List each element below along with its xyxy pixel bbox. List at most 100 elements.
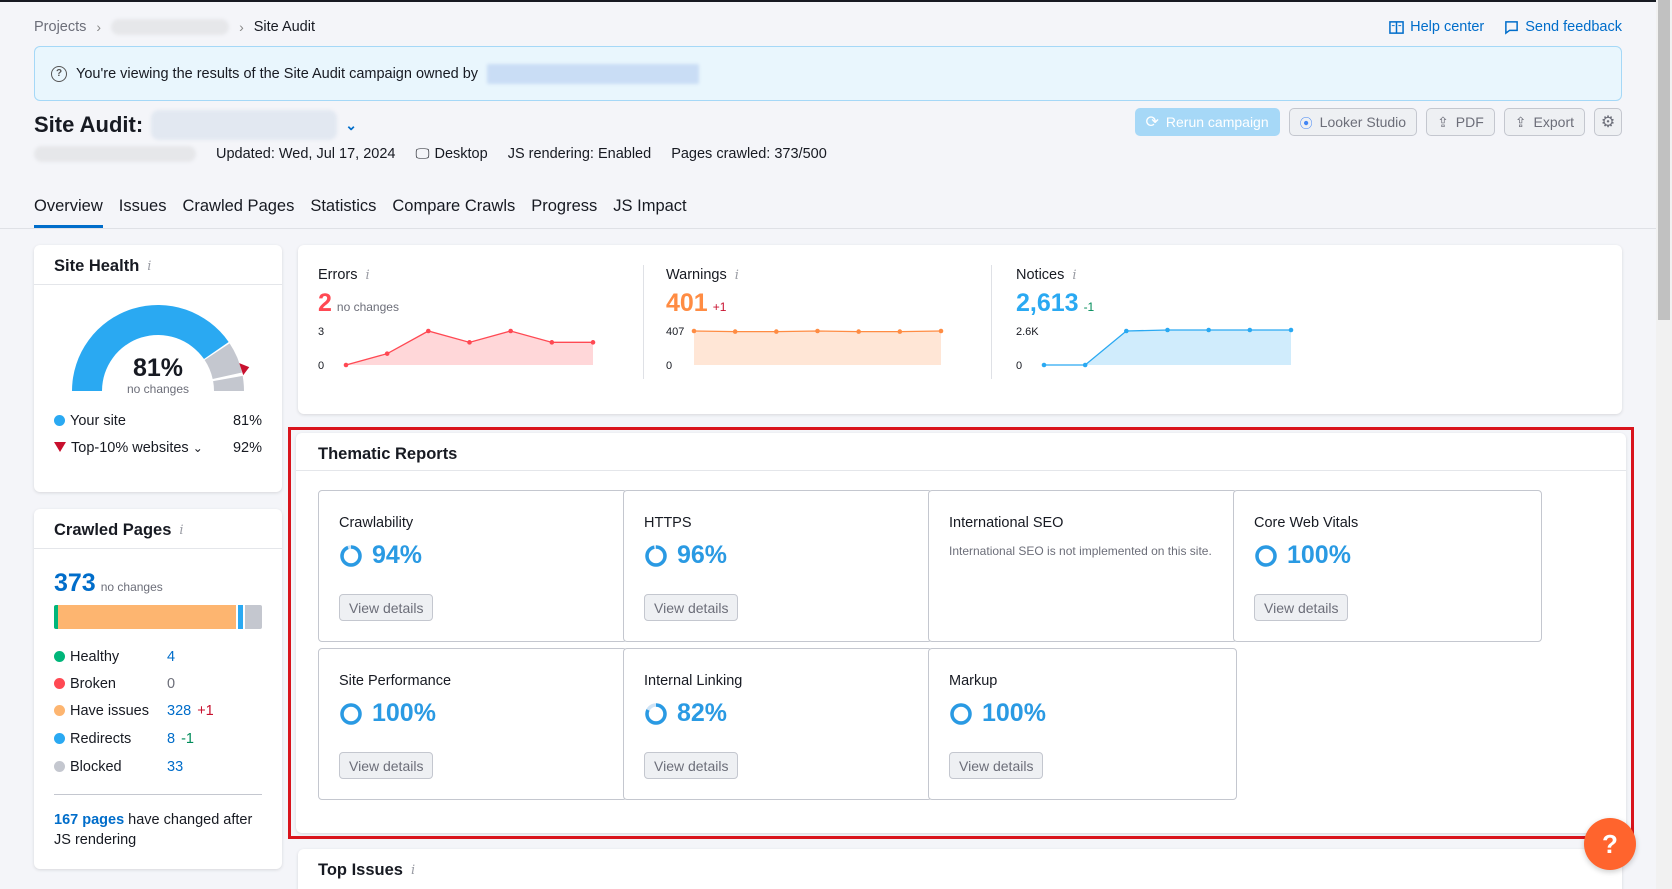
scrollbar[interactable] — [1656, 0, 1672, 889]
sparkline-point[interactable] — [732, 329, 738, 334]
main-tabs: Overview Issues Crawled Pages Statistics… — [34, 197, 687, 228]
sparkline-point[interactable] — [1124, 328, 1129, 334]
sparkline-point[interactable] — [1041, 362, 1047, 368]
sparkline-point[interactable] — [856, 329, 861, 334]
chevron-right-icon: › — [96, 19, 102, 35]
have-issues-value[interactable]: 328 — [167, 703, 191, 719]
info-icon[interactable]: i — [1072, 268, 1076, 283]
errors-value[interactable]: 2 — [318, 289, 332, 318]
domain-redacted — [34, 146, 196, 162]
owner-email-redacted[interactable] — [487, 63, 700, 84]
redirects-value[interactable]: 8 — [167, 731, 175, 747]
info-icon[interactable]: i — [179, 523, 183, 538]
help-chat-button[interactable]: ? — [1584, 818, 1636, 870]
blocked-value[interactable]: 33 — [167, 759, 183, 775]
top-links: Help center Send feedback — [1389, 19, 1622, 35]
refresh-icon: ⟳ — [1145, 114, 1159, 131]
sparkline-point[interactable] — [549, 340, 555, 345]
top-10-label: Top-10% websites — [71, 440, 189, 456]
updated-date: Updated: Wed, Jul 17, 2024 — [216, 146, 396, 162]
changed-pages-link[interactable]: 167 pages — [54, 812, 124, 828]
sparkline-point[interactable] — [691, 328, 697, 334]
banner-text: You're viewing the results of the Site A… — [76, 65, 479, 82]
tab-progress[interactable]: Progress — [531, 197, 597, 228]
site-health-title: Site Health i — [54, 257, 262, 276]
broken-label: Broken — [70, 676, 116, 692]
sparkline-point[interactable] — [1082, 362, 1088, 368]
site-health-card: Site Health i 81% no changes Your site 8… — [34, 245, 282, 492]
divider — [54, 794, 262, 795]
looker-studio-button[interactable]: ⦿ Looker Studio — [1288, 108, 1418, 136]
sparkline-point[interactable] — [426, 328, 431, 334]
pdf-button[interactable]: ⇪ PDF — [1426, 108, 1495, 136]
export-button[interactable]: ⇪ Export — [1503, 108, 1585, 136]
bar-blocked — [245, 605, 262, 629]
sparkline-point[interactable] — [1165, 327, 1170, 333]
healthy-label: Healthy — [70, 649, 120, 665]
looker-label: Looker Studio — [1319, 114, 1407, 130]
warnings-metric: Warnings i 401 +1 — [666, 267, 739, 318]
notices-delta: -1 — [1083, 300, 1095, 314]
warnings-sparkline[interactable]: 407 0 — [666, 325, 956, 375]
tab-issues[interactable]: Issues — [119, 197, 167, 228]
sparkline-ymin-label: 0 — [318, 360, 324, 372]
chevron-down-icon[interactable]: ⌄ — [193, 441, 203, 455]
broken-value: 0 — [167, 676, 176, 692]
project-name-redacted[interactable] — [151, 110, 338, 140]
question-circle-icon: ? — [51, 65, 67, 82]
campaign-meta: Updated: Wed, Jul 17, 2024 🖵 Desktop JS … — [34, 146, 827, 162]
sparkline-point[interactable] — [467, 340, 472, 345]
redirects-delta: -1 — [181, 731, 194, 747]
notices-value[interactable]: 2,613 — [1016, 289, 1079, 318]
send-feedback-label: Send feedback — [1525, 19, 1622, 35]
sparkline-point[interactable] — [1288, 327, 1294, 333]
errors-sparkline[interactable]: 30 — [318, 325, 608, 375]
tab-statistics[interactable]: Statistics — [310, 197, 376, 228]
sparkline-point[interactable] — [343, 362, 349, 368]
crawled-pages-stacked-bar[interactable] — [54, 605, 262, 629]
sparkline-point[interactable] — [508, 328, 513, 334]
tab-crawled-pages[interactable]: Crawled Pages — [182, 197, 294, 228]
info-icon[interactable]: i — [147, 259, 151, 274]
settings-button[interactable]: ⚙ — [1594, 108, 1622, 136]
breadcrumb-project-redacted[interactable] — [111, 19, 230, 35]
info-icon[interactable]: i — [411, 863, 415, 878]
send-feedback-link[interactable]: Send feedback — [1504, 19, 1622, 35]
info-icon[interactable]: i — [735, 268, 739, 283]
sparkline-point[interactable] — [1206, 327, 1211, 333]
info-icon[interactable]: i — [365, 268, 369, 283]
help-center-link[interactable]: Help center — [1389, 19, 1484, 35]
upload-icon: ⇪ — [1437, 113, 1449, 130]
have-issues-row: Have issues 328 +1 — [54, 703, 264, 719]
breadcrumb-projects[interactable]: Projects — [34, 19, 86, 35]
warnings-value[interactable]: 401 — [666, 289, 708, 318]
notices-sparkline[interactable]: 2.6K 0 — [1016, 325, 1306, 375]
sparkline-point[interactable] — [590, 340, 596, 345]
chevron-down-icon[interactable]: ⌄ — [345, 117, 357, 134]
rerun-campaign-button[interactable]: ⟳ Rerun campaign — [1134, 108, 1280, 136]
tab-overview[interactable]: Overview — [34, 197, 103, 228]
crawled-pages-count-value[interactable]: 373 — [54, 569, 96, 598]
sparkline-point[interactable] — [774, 329, 779, 334]
red-triangle-icon — [54, 442, 66, 452]
sparkline-ymin-label: 0 — [1016, 360, 1022, 372]
healthy-value[interactable]: 4 — [167, 649, 175, 665]
sparkline-point[interactable] — [384, 351, 390, 356]
redirects-row: Redirects 8 -1 — [54, 731, 264, 747]
tab-js-impact[interactable]: JS Impact — [613, 197, 686, 228]
warnings-label: Warnings — [666, 267, 727, 283]
sparkline-point[interactable] — [1247, 327, 1253, 333]
errors-label: Errors — [318, 267, 358, 283]
gear-icon: ⚙ — [1600, 114, 1616, 131]
sparkline-point[interactable] — [897, 329, 903, 334]
tab-compare-crawls[interactable]: Compare Crawls — [392, 197, 515, 228]
notices-metric: Notices i 2,613 -1 — [1016, 267, 1094, 318]
sparkline-point[interactable] — [815, 328, 820, 334]
top-10-row[interactable]: Top-10% websites ⌄ 92% — [54, 440, 262, 456]
js-rendering-status: JS rendering: Enabled — [507, 146, 652, 162]
scrollbar-thumb[interactable] — [1658, 0, 1670, 320]
sparkline-point[interactable] — [938, 328, 944, 334]
warnings-delta: +1 — [712, 300, 727, 314]
your-site-value: 81% — [232, 413, 262, 429]
divider — [643, 265, 644, 379]
